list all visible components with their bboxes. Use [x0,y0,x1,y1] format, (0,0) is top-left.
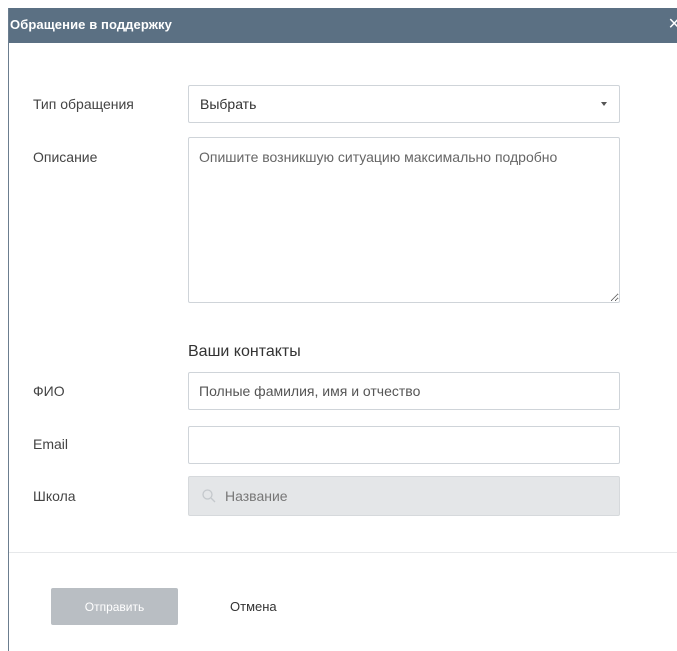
email-input[interactable] [188,426,620,464]
dialog-titlebar: Обращение в поддержку × [9,8,677,43]
submit-button[interactable]: Отправить [51,588,178,625]
type-label: Тип обращения [33,96,134,112]
search-icon [202,489,216,503]
school-label: Школа [33,488,76,504]
school-search-field[interactable]: Название [188,476,620,516]
type-select-value: Выбрать [200,96,257,112]
fio-label: ФИО [33,383,65,399]
close-icon[interactable]: × [668,14,677,34]
dialog-title: Обращение в поддержку [10,17,172,32]
fio-input[interactable] [188,372,620,410]
school-placeholder: Название [225,488,288,504]
description-textarea[interactable] [188,137,620,303]
support-request-dialog: Обращение в поддержку × Тип обращения Вы… [8,8,677,651]
footer-divider [9,552,677,553]
contacts-section-title: Ваши контакты [188,343,301,360]
description-label: Описание [33,149,98,165]
email-label: Email [33,436,69,452]
cancel-button[interactable]: Отмена [222,588,285,625]
type-select[interactable]: Выбрать [188,85,620,123]
caret-down-icon [601,102,607,106]
